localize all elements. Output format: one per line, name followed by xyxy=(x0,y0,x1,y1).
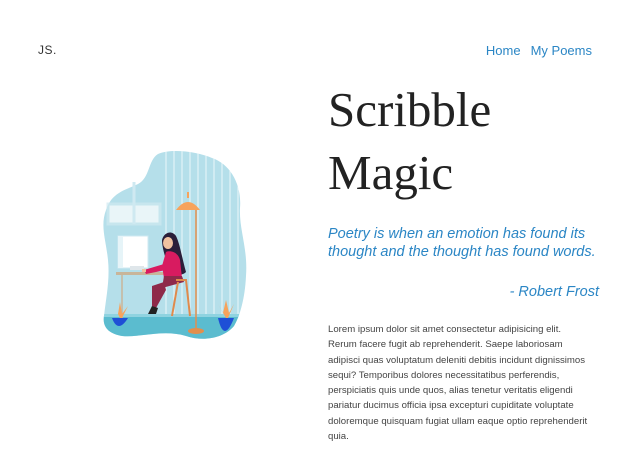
nav-link-home[interactable]: Home xyxy=(486,43,521,58)
main-nav: Home My Poems xyxy=(486,43,592,58)
nav-link-my-poems[interactable]: My Poems xyxy=(531,43,592,58)
quote-author: - Robert Frost xyxy=(509,284,599,300)
intro-paragraph: Lorem ipsum dolor sit amet consectetur a… xyxy=(328,324,588,443)
featured-quote: Poetry is when an emotion has found its … xyxy=(328,226,596,260)
site-logo[interactable]: JS. xyxy=(38,43,57,57)
page-title-line-2: Magic xyxy=(328,145,454,200)
monitor xyxy=(117,235,149,270)
woman-working-at-desk-illustration xyxy=(103,151,247,339)
page-title-line-1: Scribble xyxy=(328,82,492,137)
page-title: Scribble Magic xyxy=(328,78,618,204)
